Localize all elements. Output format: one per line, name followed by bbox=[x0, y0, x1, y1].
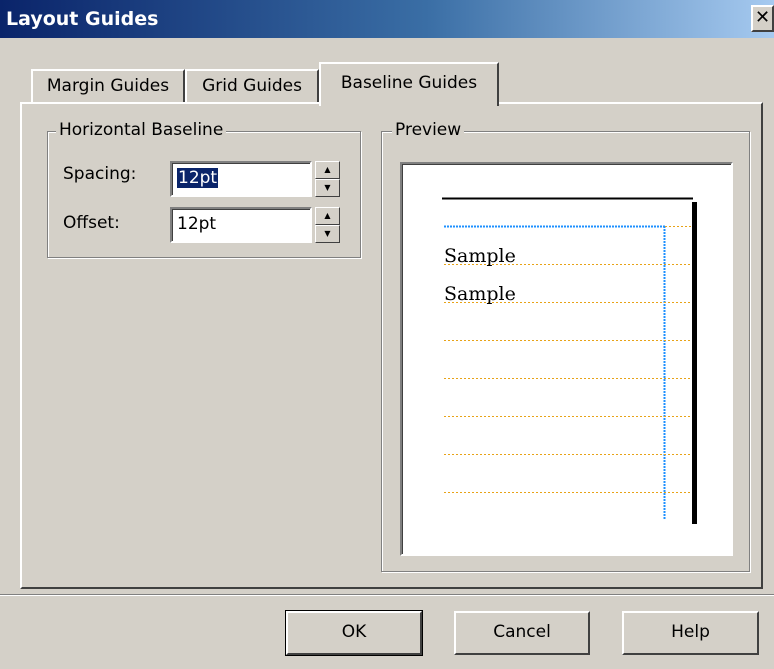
sample-text: Sample bbox=[444, 245, 516, 267]
spacing-label: Spacing: bbox=[63, 164, 137, 184]
tab-label: Baseline Guides bbox=[340, 73, 478, 93]
spin-down-icon[interactable]: ▼ bbox=[315, 179, 340, 197]
spin-up-icon[interactable]: ▲ bbox=[315, 161, 340, 179]
help-button[interactable]: Help bbox=[622, 611, 759, 655]
spacing-stepper[interactable]: ▲ ▼ bbox=[315, 161, 340, 197]
spacing-input[interactable]: 12pt bbox=[170, 161, 312, 197]
title-bar: Layout Guides ✕ bbox=[0, 0, 774, 38]
spacing-value: 12pt bbox=[175, 167, 220, 189]
footer-divider-highlight bbox=[0, 595, 774, 596]
horizontal-baseline-legend: Horizontal Baseline bbox=[56, 120, 227, 140]
offset-input[interactable]: 12pt bbox=[170, 207, 312, 243]
tab-label: Grid Guides bbox=[202, 76, 302, 96]
window-title: Layout Guides bbox=[6, 8, 159, 30]
cancel-button[interactable]: Cancel bbox=[454, 611, 590, 655]
page-shadow bbox=[692, 202, 697, 524]
help-label: Help bbox=[671, 622, 710, 642]
offset-label: Offset: bbox=[63, 213, 120, 233]
tab-margin-guides[interactable]: Margin Guides bbox=[31, 69, 185, 102]
preview-legend: Preview bbox=[392, 120, 465, 140]
tab-baseline-guides[interactable]: Baseline Guides bbox=[319, 62, 499, 106]
tab-label: Margin Guides bbox=[46, 76, 170, 96]
offset-value: 12pt bbox=[177, 214, 217, 234]
spin-down-icon[interactable]: ▼ bbox=[315, 225, 340, 243]
sample-text: Sample bbox=[444, 283, 516, 305]
cancel-label: Cancel bbox=[493, 622, 551, 642]
ok-label: OK bbox=[341, 622, 367, 642]
close-button[interactable]: ✕ bbox=[751, 5, 774, 32]
ok-button[interactable]: OK bbox=[285, 610, 423, 656]
close-icon: ✕ bbox=[754, 7, 771, 28]
preview-canvas: Sample Sample bbox=[400, 162, 733, 556]
tab-grid-guides[interactable]: Grid Guides bbox=[185, 69, 319, 102]
offset-stepper[interactable]: ▲ ▼ bbox=[315, 207, 340, 243]
spin-up-icon[interactable]: ▲ bbox=[315, 207, 340, 225]
preview-drawing: Sample Sample bbox=[442, 197, 697, 524]
